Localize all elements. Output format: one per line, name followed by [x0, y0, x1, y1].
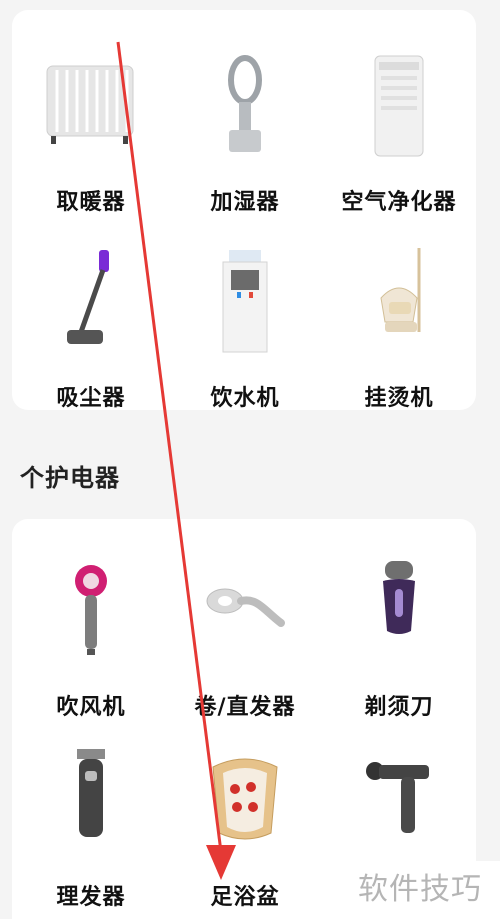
- air-purifier-icon: [374, 55, 424, 157]
- massage-gun-icon: [366, 762, 429, 833]
- category-garment-steamer[interactable]: 挂烫机: [322, 242, 476, 422]
- category-water-dispenser[interactable]: 饮水机: [168, 242, 322, 422]
- category-hair-clipper[interactable]: 理发器: [14, 741, 168, 919]
- category-label: 吸尘器: [56, 386, 126, 411]
- category-shaver[interactable]: 剃须刀: [322, 551, 476, 731]
- foot-bath-icon: [212, 758, 278, 840]
- watermark: 软件技巧: [340, 861, 500, 919]
- category-label: 饮水机: [210, 386, 280, 411]
- category-air-purifier[interactable]: 空气净化器: [322, 46, 476, 226]
- page: 取暖器 加湿器 空气净化器 吸尘器 饮水机 挂烫机 个护电器 吹风机 卷/直发器…: [0, 0, 500, 919]
- category-foot-bath[interactable]: 足浴盆: [168, 741, 322, 919]
- category-label: 加湿器: [210, 190, 280, 215]
- home-appliances-card: 取暖器 加湿器 空气净化器 吸尘器 饮水机 挂烫机: [12, 10, 476, 411]
- category-label: 理发器: [56, 885, 126, 910]
- category-label: 吹风机: [56, 695, 126, 720]
- vacuum-cleaner-icon: [67, 250, 109, 344]
- category-label: 空气净化器: [341, 190, 457, 215]
- section-title-personal-care: 个护电器: [20, 464, 120, 492]
- humidifier-icon: [228, 55, 262, 152]
- category-vacuum[interactable]: 吸尘器: [14, 242, 168, 422]
- shaver-icon: [383, 561, 415, 634]
- garment-steamer-icon: [380, 248, 421, 332]
- category-heater[interactable]: 取暖器: [14, 46, 168, 226]
- personal-care-card: 吹风机 卷/直发器 剃须刀 理发器 足浴盆: [12, 519, 476, 919]
- category-humidifier[interactable]: 加湿器: [168, 46, 322, 226]
- category-label: 挂烫机: [364, 386, 434, 411]
- category-label: 足浴盆: [210, 885, 280, 910]
- category-hair-dryer[interactable]: 吹风机: [14, 551, 168, 731]
- category-label: 剃须刀: [364, 695, 434, 720]
- hair-curler-icon: [206, 588, 285, 627]
- hair-dryer-icon: [75, 565, 107, 655]
- hair-clipper-icon: [77, 749, 105, 837]
- category-label: 取暖器: [56, 190, 126, 215]
- heater-icon: [46, 65, 134, 144]
- water-dispenser-icon: [222, 250, 268, 353]
- category-hair-curler[interactable]: 卷/直发器: [168, 551, 322, 731]
- category-label: 卷/直发器: [194, 695, 296, 720]
